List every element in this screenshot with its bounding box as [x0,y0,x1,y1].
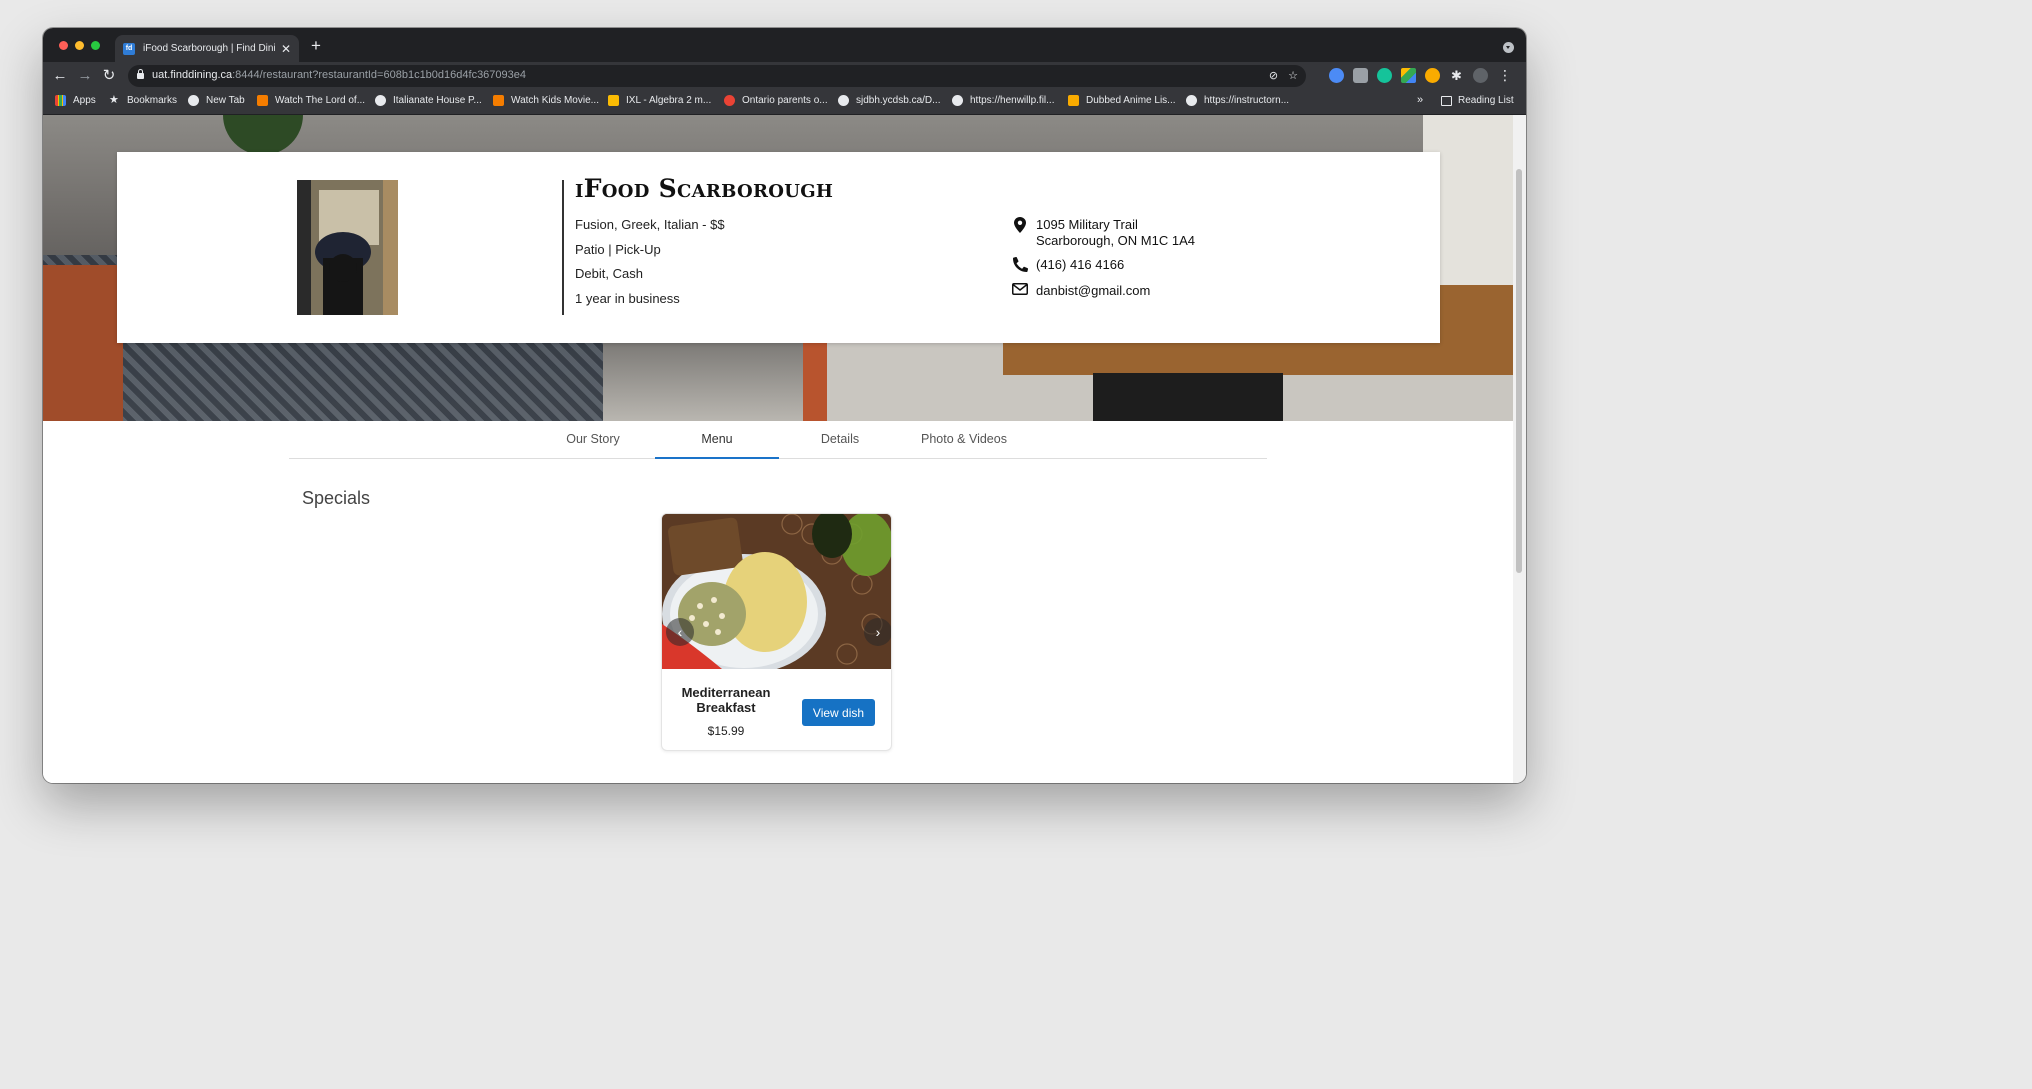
ixl-icon [608,95,619,106]
email-text[interactable]: danbist@gmail.com [1036,283,1150,298]
maple-leaf-icon [724,95,735,106]
email-link[interactable]: danbist@gmail.com [1012,283,1150,298]
tab-search-icon[interactable] [1503,42,1514,53]
maximize-window-button[interactable] [91,41,100,50]
vertical-divider [562,180,564,315]
site-favicon-icon: fd [123,42,135,55]
bookmark-item[interactable]: Dubbed Anime Lis... [1068,95,1176,106]
reading-list-button[interactable]: Reading List [1441,95,1514,106]
carousel-next-button[interactable]: › [864,618,891,646]
tab-our-story[interactable]: Our Story [531,421,655,459]
view-dish-button[interactable]: View dish [802,699,875,726]
close-tab-icon[interactable]: ✕ [281,42,291,56]
browser-window: fd iFood Scarborough | Find Dinin ✕ + ← … [43,28,1526,783]
dish-photo-image [662,514,891,669]
dish-image[interactable]: ‹ › [662,514,891,669]
bookmark-item[interactable]: Ontario parents o... [724,95,828,106]
globe-icon [1186,95,1197,106]
years-in-business-text: 1 year in business [575,291,680,306]
phone-link[interactable]: (416) 416 4166 [1012,257,1124,272]
blocked-popup-icon[interactable]: ⊘ [1269,69,1278,82]
more-bookmarks-button[interactable]: » [1417,94,1423,106]
page-viewport: iFood Scarborough Fusion, Greek, Italian… [43,115,1513,783]
reading-list-icon [1441,95,1452,106]
wordpress-icon [952,95,963,106]
blogger-icon [257,95,268,106]
carousel-prev-button[interactable]: ‹ [666,618,694,646]
browser-menu-icon[interactable]: ⋮ [1498,67,1512,84]
browser-tab-active[interactable]: fd iFood Scarborough | Find Dinin ✕ [115,35,299,62]
bookmark-app-icon [1068,95,1079,106]
profile-avatar[interactable] [1473,68,1488,83]
bookmark-star-icon[interactable]: ☆ [1288,69,1298,82]
dish-card: ‹ › Mediterranean Breakfast $15.99 View … [661,513,892,751]
bookmark-item[interactable]: https://henwillp.fil... [952,95,1054,106]
extension-honey-icon[interactable] [1425,68,1440,83]
globe-icon [375,95,386,106]
services-text: Patio | Pick-Up [575,242,661,257]
dish-price: $15.99 [707,724,745,738]
tab-title: iFood Scarborough | Find Dinin [143,43,275,54]
map-pin-icon [1012,217,1028,233]
tab-strip: fd iFood Scarborough | Find Dinin ✕ + [43,28,1526,62]
extension-search-icon[interactable] [1329,68,1344,83]
close-window-button[interactable] [59,41,68,50]
minimize-window-button[interactable] [75,41,84,50]
phone-text[interactable]: (416) 416 4166 [1036,257,1124,272]
restaurant-photo [297,180,398,315]
restaurant-photo-image [297,180,398,315]
bookmark-item[interactable]: New Tab [188,95,245,106]
lock-icon[interactable] [137,69,144,79]
bookmark-item[interactable]: Watch Kids Movie... [493,95,599,106]
cuisine-text: Fusion, Greek, Italian - $$ [575,217,725,232]
bookmarks-bar: Apps ★ Bookmarks New Tab Watch The Lord o… [43,89,1526,115]
extension-camera-icon[interactable] [1353,68,1368,83]
browser-toolbar: ← → ↻ uat.finddining.ca:8444/restaurant?… [43,62,1526,89]
extension-grammarly-icon[interactable] [1377,68,1392,83]
restaurant-tabs: Our Story Menu Details Photo & Videos [289,421,1267,459]
tab-menu[interactable]: Menu [655,421,779,459]
blogger-icon [493,95,504,106]
restaurant-info-card: iFood Scarborough Fusion, Greek, Italian… [117,152,1440,343]
back-arrow-icon[interactable]: ← [50,66,70,86]
restaurant-name: iFood Scarborough [575,174,834,203]
address-bar[interactable]: uat.finddining.ca:8444/restaurant?restau… [128,65,1306,87]
bookmark-item[interactable]: ★ Bookmarks [109,94,177,107]
new-tab-button[interactable]: + [311,36,321,56]
page-scrollbar[interactable] [1513,115,1526,783]
extension-drive-icon[interactable] [1401,68,1416,83]
envelope-icon [1012,283,1028,295]
address-line2: Scarborough, ON M1C 1A4 [1036,233,1195,248]
specials-heading: Specials [302,488,371,508]
globe-icon [838,95,849,106]
tab-photo-videos[interactable]: Photo & Videos [902,421,1026,459]
bookmark-item[interactable]: IXL - Algebra 2 m... [608,95,711,106]
bookmark-item[interactable]: Apps [55,95,96,106]
scrollbar-thumb[interactable] [1516,169,1522,573]
dish-name: Mediterranean Breakfast [681,685,771,715]
bookmark-item[interactable]: Italianate House P... [375,95,482,106]
payment-text: Debit, Cash [575,266,643,281]
bookmark-item[interactable]: sjdbh.ycdsb.ca/D... [838,95,940,106]
apps-grid-icon [55,95,66,106]
globe-icon [188,95,199,106]
forward-arrow-icon[interactable]: → [75,66,95,86]
bookmark-item[interactable]: Watch The Lord of... [257,95,365,106]
extensions-puzzle-icon[interactable]: ✱ [1449,68,1464,83]
address-line1: 1095 Military Trail [1036,217,1138,232]
extensions-area: ✱ [1329,68,1488,83]
bookmark-item[interactable]: https://instructorn... [1186,95,1289,106]
tab-details[interactable]: Details [778,421,902,459]
address[interactable]: 1095 Military Trail Scarborough, ON M1C … [1012,217,1195,249]
star-icon: ★ [109,94,119,106]
reload-icon[interactable]: ↻ [99,66,119,86]
phone-icon [1012,257,1028,272]
url-text[interactable]: uat.finddining.ca:8444/restaurant?restau… [152,69,526,81]
